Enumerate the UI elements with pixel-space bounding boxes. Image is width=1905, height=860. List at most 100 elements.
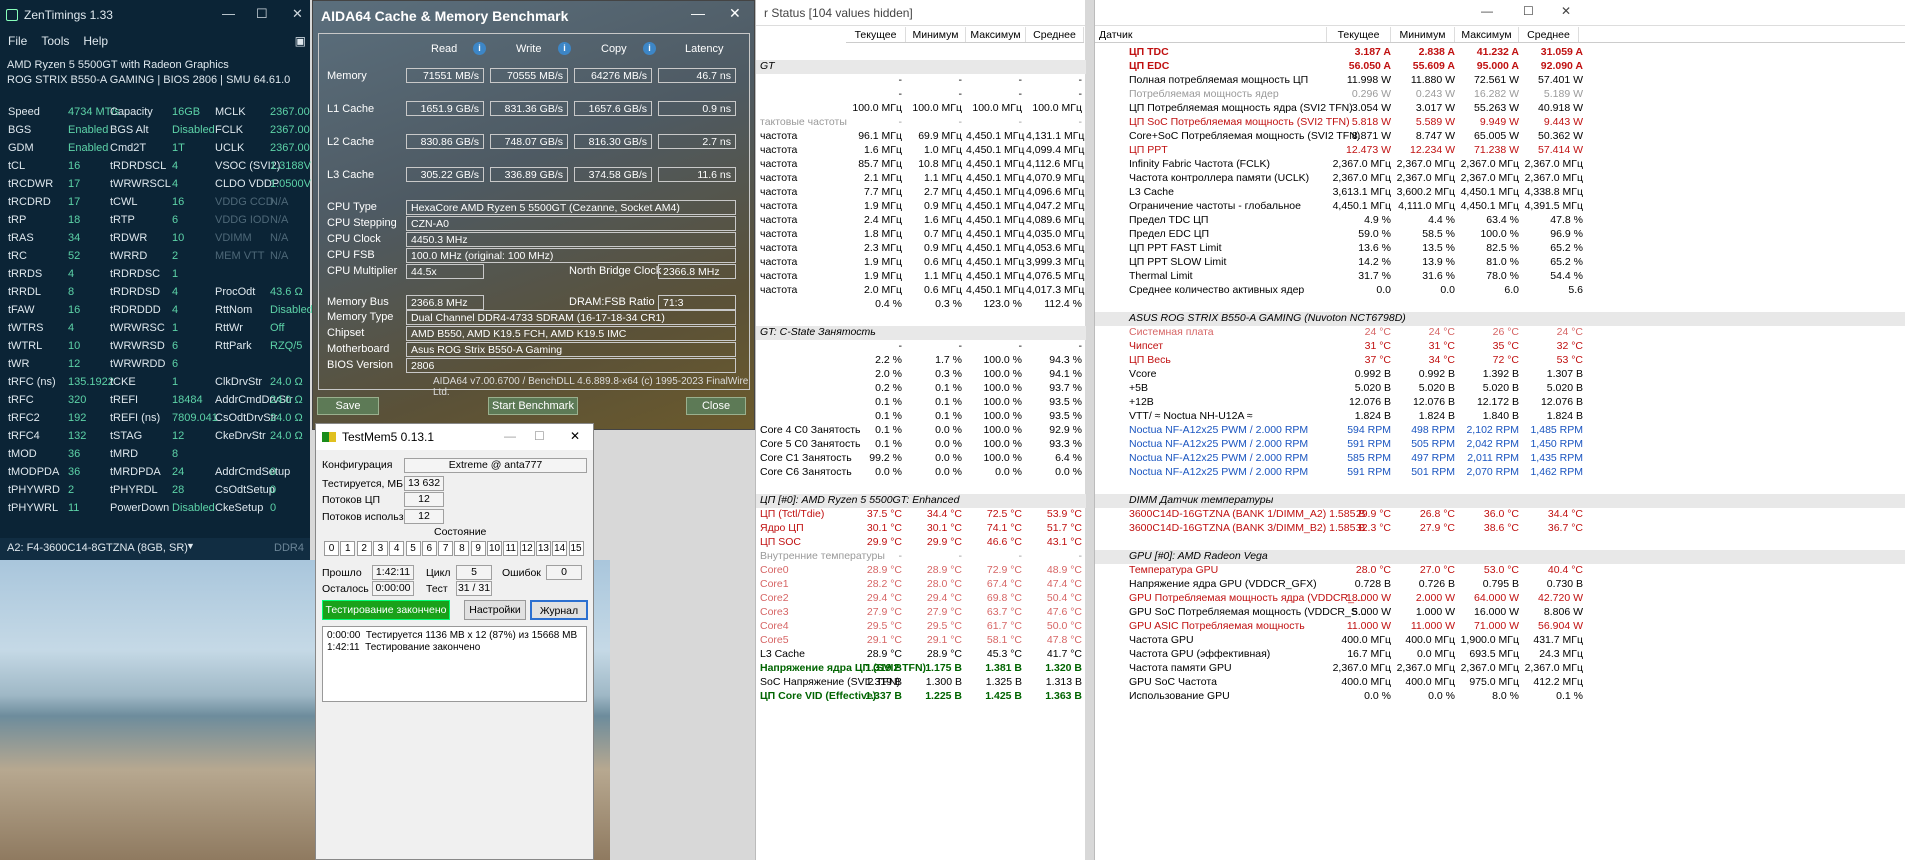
sensor-row[interactable]: Предел TDC ЦП 4.9 % 4.4 % 63.4 % 47.8 % (1095, 214, 1905, 228)
sensor-row[interactable]: GPU ASIC Потребляемая мощность 11.000 W 11… (1095, 620, 1905, 634)
sensor-row[interactable]: частота 2.3 МГц 0.9 МГц 4,450.1 МГц 4,053.6 … (756, 242, 1086, 256)
sensor-row[interactable]: ЦП TDC 3.187 A 2.838 A 41.232 A 31.059 A (1095, 46, 1905, 60)
sensor-row[interactable]: частота 7.7 МГц 2.7 МГц 4,450.1 МГц 4,096.6 … (756, 186, 1086, 200)
col-max[interactable]: Максимум (1455, 27, 1519, 42)
sensor-row[interactable]: ЦП Весь 37 °C 34 °C 72 °C 53 °C (1095, 354, 1905, 368)
sensor-group[interactable]: GPU [#0]: AMD Radeon Vega (1095, 550, 1905, 564)
minimize-icon[interactable]: — (691, 5, 705, 21)
sensor-row[interactable]: Core5 29.1 °C 29.1 °C 58.1 °C 47.8 °C (756, 634, 1086, 648)
info-icon[interactable]: i (558, 42, 571, 55)
maximize-icon[interactable]: ☐ (1523, 4, 1534, 18)
sensor-row[interactable]: Температура GPU 28.0 °C 27.0 °C 53.0 °C 40.4… (1095, 564, 1905, 578)
sensor-row[interactable]: 2.0 % 0.3 % 100.0 % 94.1 % (756, 368, 1086, 382)
sensor-row[interactable]: Infinity Fabric Частота (FCLK) 2,367.0 МГ… (1095, 158, 1905, 172)
sensor-row[interactable]: Предел EDC ЦП 59.0 % 58.5 % 100.0 % 96.9 % (1095, 228, 1905, 242)
sensor-row[interactable]: Ограничение частоты - глобальное 4,450.1 … (1095, 200, 1905, 214)
col-current[interactable]: Текущее (1327, 27, 1391, 42)
col-max[interactable]: Максимум (966, 27, 1026, 42)
sensor-row[interactable]: +5В 5.020 В 5.020 В 5.020 В 5.020 В (1095, 382, 1905, 396)
sensor-row[interactable]: Thermal Limit 31.7 % 31.6 % 78.0 % 54.4 % (1095, 270, 1905, 284)
sensor-row[interactable]: Среднее количество активных ядер 0.0 0.0 6.… (1095, 284, 1905, 298)
sensor-row[interactable]: ---- (756, 88, 1086, 102)
sensor-row[interactable]: ЦП EDC 56.050 A 55.609 A 95.000 A 92.090 A (1095, 60, 1905, 74)
sensor-row[interactable]: Ядро ЦП 30.1 °C 30.1 °C 74.1 °C 51.7 °C (756, 522, 1086, 536)
sensor-row[interactable]: ЦП PPT FAST Limit 13.6 % 13.5 % 82.5 % 65.2 … (1095, 242, 1905, 256)
col-current[interactable]: Текущее (846, 27, 906, 42)
sensor-row[interactable]: ЦП Потребляемая мощность ядра (SVI2 TFN)… (1095, 102, 1905, 116)
sensor-row[interactable]: Напряжение ядра ЦП (SVI2 TFN) 1.319 В 1.17… (756, 662, 1086, 676)
sensor-row[interactable]: Core 4 C0 Занятость 0.1 % 0.0 % 100.0 % 92.9… (756, 424, 1086, 438)
close-button[interactable]: Close (686, 397, 746, 415)
sensor-row[interactable]: Полная потребляемая мощность ЦП 11.998 W 1… (1095, 74, 1905, 88)
sensor-row[interactable]: ЦП PPT SLOW Limit 14.2 % 13.9 % 81.0 % 65.2 … (1095, 256, 1905, 270)
journal-button[interactable]: Журнал (530, 600, 588, 620)
sensor-row[interactable]: 3600C14D-16GTZNA (BANK 3/DIMM_B2) 1.585 … (1095, 522, 1905, 536)
col-avg[interactable]: Среднее (1026, 27, 1084, 42)
sensor-row[interactable]: Частота GPU 400.0 МГц 400.0 МГц 1,900.0 МГц… (1095, 634, 1905, 648)
save-button[interactable]: Save (317, 397, 379, 415)
sensor-row[interactable]: Core C1 Занятость 99.2 % 0.0 % 100.0 % 6.4 % (756, 452, 1086, 466)
tm-titlebar[interactable]: TestMem5 0.13.1 — ☐ ✕ (316, 424, 593, 450)
col-avg[interactable]: Среднее (1519, 27, 1579, 42)
start-benchmark-button[interactable]: Start Benchmark (488, 397, 578, 415)
sensor-row[interactable]: 3600C14D-16GTZNA (BANK 1/DIMM_A2) 1.585 … (1095, 508, 1905, 522)
sensor-row[interactable]: Core1 28.2 °C 28.0 °C 67.4 °C 47.4 °C (756, 578, 1086, 592)
sensor-row[interactable]: частота 96.1 МГц 69.9 МГц 4,450.1 МГц 4,131.… (756, 130, 1086, 144)
sensor-row[interactable]: частота 85.7 МГц 10.8 МГц 4,450.1 МГц 4,112.… (756, 158, 1086, 172)
sensor-row[interactable]: Частота памяти GPU 2,367.0 МГц 2,367.0 МГц… (1095, 662, 1905, 676)
sensor-row[interactable]: 2.2 % 1.7 % 100.0 % 94.3 % (756, 354, 1086, 368)
sensor-row[interactable]: Core4 29.5 °C 29.5 °C 61.7 °C 50.0 °C (756, 620, 1086, 634)
sensor-row[interactable]: Core 5 C0 Занятость 0.1 % 0.0 % 100.0 % 93.3… (756, 438, 1086, 452)
sensor-row[interactable]: GPU SoC Частота 400.0 МГц 400.0 МГц 975.0 М… (1095, 676, 1905, 690)
hw2-titlebar[interactable]: — ☐ ✕ (1095, 0, 1905, 26)
sensor-row[interactable]: Core C6 Занятость 0.0 % 0.0 % 0.0 % 0.0 % (756, 466, 1086, 480)
settings-button[interactable]: Настройки (464, 600, 526, 620)
sensor-row[interactable]: ЦП SoC Потребляемая мощность (SVI2 TFN) 5… (1095, 116, 1905, 130)
sensor-group[interactable]: DIMM Датчик температуры (1095, 494, 1905, 508)
sensor-row[interactable]: Noctua NF-A12x25 PWM / 2.000 RPM 591 RPM 5… (1095, 466, 1905, 480)
sensor-row[interactable]: Использование GPU 0.0 % 0.0 % 8.0 % 0.1 % (1095, 690, 1905, 704)
sensor-row[interactable]: ЦП Core VID (Effective) 1.337 В 1.225 В 1.4… (756, 690, 1086, 704)
sensor-row[interactable]: Noctua NF-A12x25 PWM / 2.000 RPM 594 RPM 4… (1095, 424, 1905, 438)
zentimings-titlebar[interactable]: ZenTimings 1.33 — ☐ ✕ (0, 0, 310, 30)
sensor-row[interactable]: Системная плата 24 °C 24 °C 26 °C 24 °C (1095, 326, 1905, 340)
menu-tools[interactable]: Tools (41, 34, 69, 48)
sensor-row[interactable]: 0.1 % 0.1 % 100.0 % 93.5 % (756, 410, 1086, 424)
info-icon[interactable]: i (473, 42, 486, 55)
sensor-row[interactable]: частота 2.4 МГц 1.6 МГц 4,450.1 МГц 4,089.6 … (756, 214, 1086, 228)
minimize-icon[interactable]: — (504, 429, 516, 443)
close-icon[interactable]: ✕ (1561, 4, 1571, 18)
sensor-row[interactable]: Noctua NF-A12x25 PWM / 2.000 RPM 591 RPM 5… (1095, 438, 1905, 452)
sensor-row[interactable]: частота 2.0 МГц 0.6 МГц 4,450.1 МГц 4,017.3 … (756, 284, 1086, 298)
menu-file[interactable]: File (8, 34, 27, 48)
sensor-row[interactable]: 100.0 МГц 100.0 МГц 100.0 МГц 100.0 МГц (756, 102, 1086, 116)
sensor-row[interactable]: частота 1.6 МГц 1.0 МГц 4,450.1 МГц 4,099.4 … (756, 144, 1086, 158)
info-icon[interactable]: i (643, 42, 656, 55)
sensor-row[interactable]: Потребляемая мощность ядер 0.296 W 0.243 W… (1095, 88, 1905, 102)
sensor-row[interactable]: Core+SoC Потребляемая мощность (SVI2 TFN… (1095, 130, 1905, 144)
col-min[interactable]: Минимум (906, 27, 966, 42)
sensor-row[interactable]: ---- (756, 340, 1086, 354)
minimize-icon[interactable]: — (222, 6, 235, 21)
sensor-row[interactable]: +12В 12.076 В 12.076 В 12.172 В 12.076 В (1095, 396, 1905, 410)
menu-help[interactable]: Help (83, 34, 108, 48)
minimize-icon[interactable]: — (1481, 4, 1493, 18)
sensor-group[interactable]: ЦП [#0]: AMD Ryzen 5 5500GT: Enhanced (756, 494, 1086, 508)
sensor-row[interactable]: 0.4 % 0.3 % 123.0 % 112.4 % (756, 298, 1086, 312)
sensor-row[interactable]: L3 Cache 28.9 °C 28.9 °C 45.3 °C 41.7 °C (756, 648, 1086, 662)
sensor-row[interactable]: Noctua NF-A12x25 PWM / 2.000 RPM 585 RPM 4… (1095, 452, 1905, 466)
sensor-row[interactable]: частота 1.8 МГц 0.7 МГц 4,450.1 МГц 4,035.0 … (756, 228, 1086, 242)
maximize-icon[interactable]: ☐ (534, 429, 545, 443)
sensor-row[interactable]: ЦП SOC 29.9 °C 29.9 °C 46.6 °C 43.1 °C (756, 536, 1086, 550)
sensor-row[interactable]: ЦП (Tctl/Tdie) 37.5 °C 34.4 °C 72.5 °C 53.9 … (756, 508, 1086, 522)
col-min[interactable]: Минимум (1391, 27, 1455, 42)
close-icon[interactable]: ✕ (570, 429, 580, 443)
col-sensor[interactable]: Датчик (1095, 27, 1327, 42)
sensor-row[interactable]: частота 1.9 МГц 1.1 МГц 4,450.1 МГц 4,076.5 … (756, 270, 1086, 284)
sensor-row[interactable]: GPU SoC Потребляемая мощность (VDDCR_S..… (1095, 606, 1905, 620)
close-icon[interactable]: ✕ (729, 5, 741, 22)
sensor-row[interactable]: Core2 29.4 °C 29.4 °C 69.8 °C 50.4 °C (756, 592, 1086, 606)
sensor-row[interactable]: частота 1.9 МГц 0.6 МГц 4,450.1 МГц 3,999.3 … (756, 256, 1086, 270)
sensor-row[interactable]: VTT/ ≈ Noctua NH-U12A ≈ 1.824 В 1.824 В 1.8… (1095, 410, 1905, 424)
sensor-row[interactable]: Core3 27.9 °C 27.9 °C 63.7 °C 47.6 °C (756, 606, 1086, 620)
